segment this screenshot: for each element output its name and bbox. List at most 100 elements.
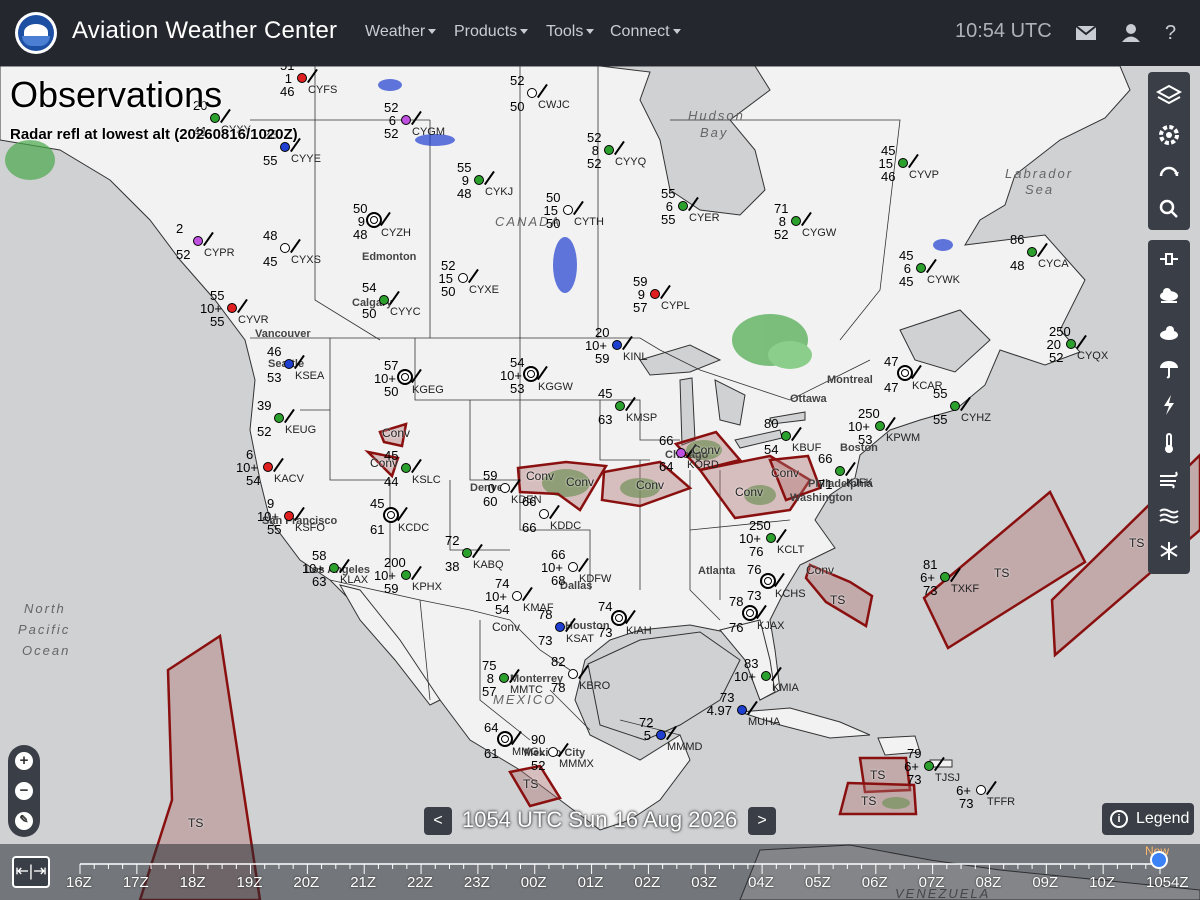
- timeline-hour-label[interactable]: 10Z: [1089, 874, 1115, 891]
- noaa-logo[interactable]: [15, 12, 57, 54]
- timeline-slider-knob[interactable]: [1150, 851, 1168, 869]
- advisory-label[interactable]: Conv: [526, 469, 554, 483]
- station-plot[interactable]: 48 45 CYXS: [263, 228, 321, 269]
- station-plot[interactable]: 55 55 6 CYER: [661, 186, 720, 227]
- station-plot[interactable]: 78 76 KJAX: [729, 594, 785, 635]
- mail-icon[interactable]: [1075, 22, 1097, 44]
- advisory-label[interactable]: TS: [188, 816, 203, 830]
- zoom-in-button[interactable]: +: [15, 752, 33, 770]
- timeline-hour-label[interactable]: 16Z: [66, 874, 92, 891]
- station-plot[interactable]: 74 54 10+ KMAF: [485, 576, 554, 617]
- station-plot[interactable]: 20 59 10+ KINL: [585, 325, 648, 366]
- station-plot[interactable]: 6 54 10+ KACV: [236, 447, 304, 488]
- timeline-hour-label[interactable]: 01Z: [578, 874, 604, 891]
- timeline-hour-label[interactable]: 06Z: [862, 874, 888, 891]
- station-plot[interactable]: 46 53 KSEA: [267, 344, 324, 385]
- station-plot[interactable]: 45 61 KCDC: [370, 496, 429, 537]
- timeline-hour-label[interactable]: 18Z: [180, 874, 206, 891]
- station-plot[interactable]: 71 52 8 CYGW: [774, 201, 836, 242]
- station-plot[interactable]: 50 48 9 CYZH: [353, 201, 411, 242]
- time-prev-button[interactable]: <: [424, 807, 452, 835]
- station-plot[interactable]: 39 52 KEUG: [257, 398, 316, 439]
- station-plot[interactable]: 58 63 10+ KLAX: [302, 548, 368, 589]
- station-plot[interactable]: 55 48 9 CYKJ: [457, 160, 513, 201]
- station-plot[interactable]: 2 52 CYPR: [176, 221, 235, 262]
- advisory-label[interactable]: Conv: [566, 475, 594, 489]
- icing-icon[interactable]: [1156, 538, 1182, 564]
- advisory-label[interactable]: Conv: [771, 466, 799, 480]
- station-plot[interactable]: 66 64 KORD: [659, 433, 719, 474]
- advisory-label[interactable]: Conv: [370, 456, 398, 470]
- search-icon[interactable]: [1156, 196, 1182, 222]
- timeline-hour-label[interactable]: 21Z: [350, 874, 376, 891]
- timeline-hour-label[interactable]: 00Z: [521, 874, 547, 891]
- station-plot[interactable]: 66 66 KDDC: [522, 494, 581, 535]
- advisory-label[interactable]: Conv: [692, 443, 720, 457]
- station-plot[interactable]: 9 55 10+ KSFO: [257, 496, 325, 537]
- advisory-label[interactable]: TS: [830, 593, 845, 607]
- temperature-icon[interactable]: [1156, 430, 1182, 456]
- reload-icon[interactable]: [1156, 160, 1182, 186]
- timeline-hour-label[interactable]: 17Z: [123, 874, 149, 891]
- satellite-icon[interactable]: [1156, 246, 1182, 272]
- advisory-label[interactable]: TS: [994, 566, 1009, 580]
- station-plot[interactable]: 250 76 10+ KCLT: [739, 518, 804, 559]
- station-plot[interactable]: 82 78 KBRO: [551, 654, 610, 695]
- advisory-label[interactable]: Conv: [806, 563, 834, 577]
- timeline-hour-label[interactable]: 09Z: [1032, 874, 1058, 891]
- station-plot[interactable]: 78 73 KSAT: [538, 607, 594, 648]
- cloud-icon[interactable]: [1156, 282, 1182, 308]
- station-plot[interactable]: 50 50 15 CYTH: [544, 190, 604, 231]
- timeline-hour-label[interactable]: 23Z: [464, 874, 490, 891]
- station-plot[interactable]: 73 6+ TFFR: [956, 780, 1015, 811]
- station-plot[interactable]: 80 54 KBUF: [764, 416, 821, 457]
- station-plot[interactable]: 200 59 10+ KPHX: [374, 555, 442, 596]
- station-plot[interactable]: 45 46 15 CYVP: [879, 143, 939, 184]
- station-plot[interactable]: 72 5 MMMD: [639, 715, 702, 753]
- layers-icon[interactable]: [1155, 82, 1183, 108]
- time-next-button[interactable]: >: [748, 807, 776, 835]
- legend-button[interactable]: i Legend: [1102, 803, 1194, 835]
- user-icon[interactable]: [1120, 22, 1142, 44]
- precip-icon[interactable]: [1156, 356, 1182, 382]
- station-plot[interactable]: 74 73 KIAH: [598, 599, 652, 640]
- station-plot[interactable]: 66 68 10+ KDFW: [541, 547, 611, 588]
- menu-weather[interactable]: Weather: [365, 23, 437, 41]
- advisory-label[interactable]: TS: [1129, 536, 1144, 550]
- menu-connect[interactable]: Connect: [610, 23, 681, 41]
- station-plot[interactable]: 54 53 10+ KGGW: [500, 355, 573, 396]
- station-plot[interactable]: 83 10+ KMIA: [734, 656, 799, 694]
- timeline-hour-label[interactable]: 04Z: [748, 874, 774, 891]
- station-plot[interactable]: 72 38 KABQ: [445, 533, 504, 574]
- station-plot[interactable]: 45 44 KSLC: [384, 448, 441, 489]
- station-plot[interactable]: 52 52 8 CYYQ: [587, 130, 646, 171]
- timeline-bar[interactable]: [0, 844, 1200, 900]
- station-plot[interactable]: 52 52 6 CYGM: [384, 100, 445, 141]
- advisory-label[interactable]: Conv: [382, 426, 410, 440]
- station-plot[interactable]: 45 63 KMSP: [598, 386, 657, 427]
- timeline-hour-label[interactable]: 05Z: [805, 874, 831, 891]
- lightning-icon[interactable]: [1156, 392, 1182, 418]
- station-plot[interactable]: 57 50 10+ KGEG: [374, 358, 444, 399]
- station-plot[interactable]: 79 73 6+ TJSJ: [904, 746, 960, 787]
- timeline-hour-label[interactable]: 22Z: [407, 874, 433, 891]
- advisory-label[interactable]: Conv: [492, 620, 520, 634]
- timeline-hour-label[interactable]: 03Z: [691, 874, 717, 891]
- timeline-hour-label[interactable]: 02Z: [634, 874, 660, 891]
- station-plot[interactable]: 76 73 KCHS: [747, 562, 806, 603]
- timeline-hour-label[interactable]: 07Z: [919, 874, 945, 891]
- site-title[interactable]: Aviation Weather Center: [72, 17, 337, 45]
- station-plot[interactable]: 66 71 KJFK: [818, 451, 873, 492]
- station-plot[interactable]: 250 53 10+ KPWM: [848, 406, 920, 447]
- station-plot[interactable]: 55 55 10+ CYVR: [200, 288, 269, 329]
- station-plot[interactable]: 47 47 KCAR: [884, 354, 943, 395]
- station-plot[interactable]: 52 50 15 CYXE: [439, 258, 499, 299]
- settings-icon[interactable]: [1156, 122, 1182, 148]
- station-plot[interactable]: 54 50 CYYC: [362, 280, 421, 321]
- station-plot[interactable]: 59 60 0 KDEN: [483, 468, 542, 509]
- turbulence-icon[interactable]: [1156, 502, 1182, 528]
- menu-tools[interactable]: Tools: [546, 23, 595, 41]
- station-plot[interactable]: 59 57 9 CYPL: [633, 274, 690, 315]
- zoom-out-button[interactable]: −: [15, 782, 33, 800]
- timeline-toggle-button[interactable]: ⇤|⇥: [12, 856, 50, 888]
